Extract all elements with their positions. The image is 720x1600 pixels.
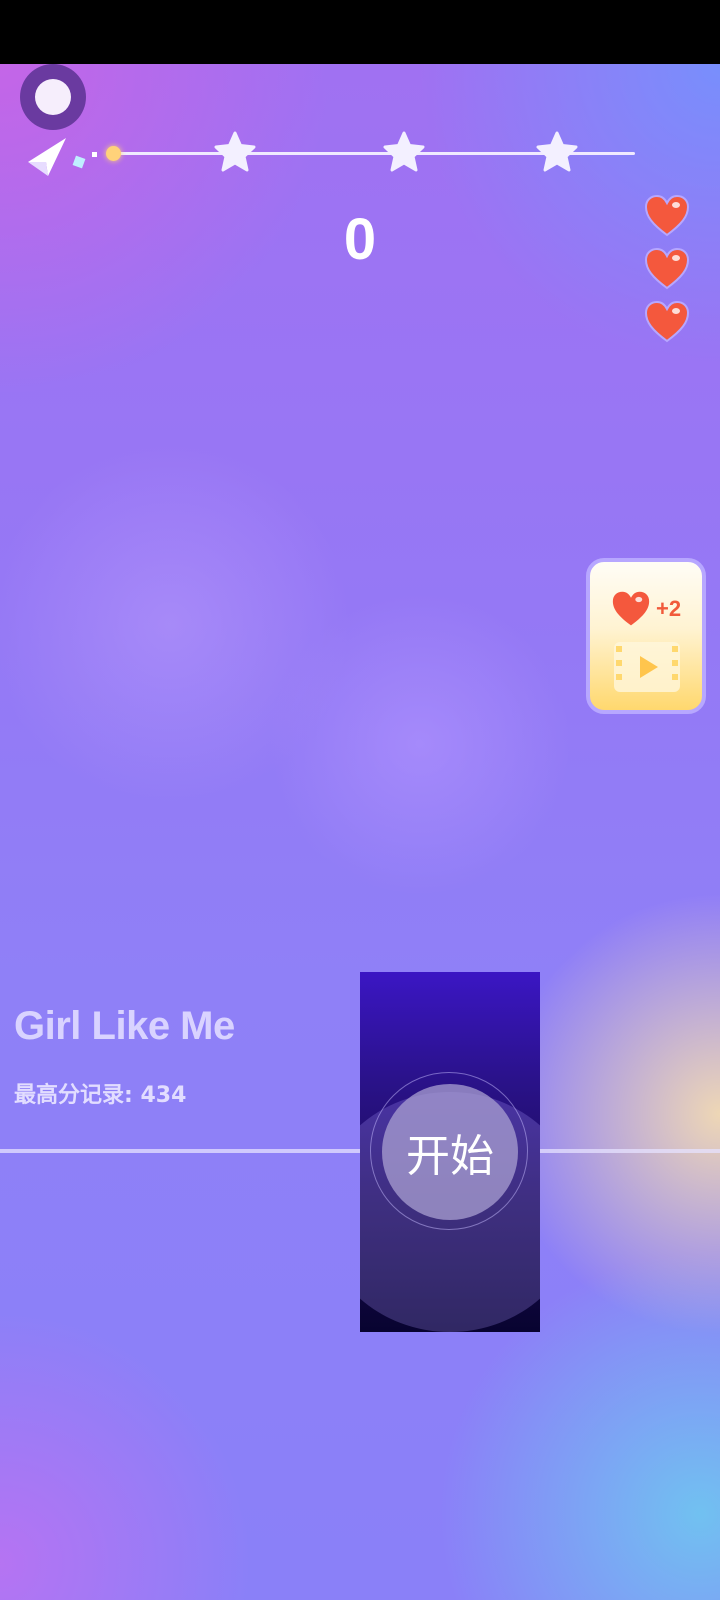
- paper-plane-icon: [28, 138, 66, 176]
- pause-icon: [35, 79, 71, 115]
- score: 0: [343, 207, 377, 272]
- start-button[interactable]: 开始: [382, 1084, 518, 1220]
- star-icon: [214, 131, 256, 172]
- game-screen[interactable]: 0 +2 Girl Like Me 最高分记录: 434 开始: [0, 64, 720, 1600]
- heart-icon: [612, 591, 650, 626]
- heart-icon: [644, 247, 690, 290]
- progress-indicator: [106, 146, 121, 161]
- star-icon: [383, 131, 425, 172]
- video-icon: [614, 642, 680, 692]
- song-title: Girl Like Me: [14, 1004, 235, 1048]
- sparkle-icon: [92, 152, 97, 157]
- best-score: 最高分记录: 434: [14, 1083, 187, 1108]
- start-tile[interactable]: 开始: [360, 972, 540, 1332]
- sparkle-icon: [72, 155, 86, 169]
- reward-amount: +2: [656, 596, 682, 621]
- status-bar: [0, 0, 720, 64]
- star-icon: [536, 131, 578, 172]
- heart-icon: [644, 300, 690, 343]
- heart-icon: [644, 194, 690, 237]
- pause-button[interactable]: [20, 64, 86, 130]
- watch-video-reward-button[interactable]: +2: [586, 558, 706, 714]
